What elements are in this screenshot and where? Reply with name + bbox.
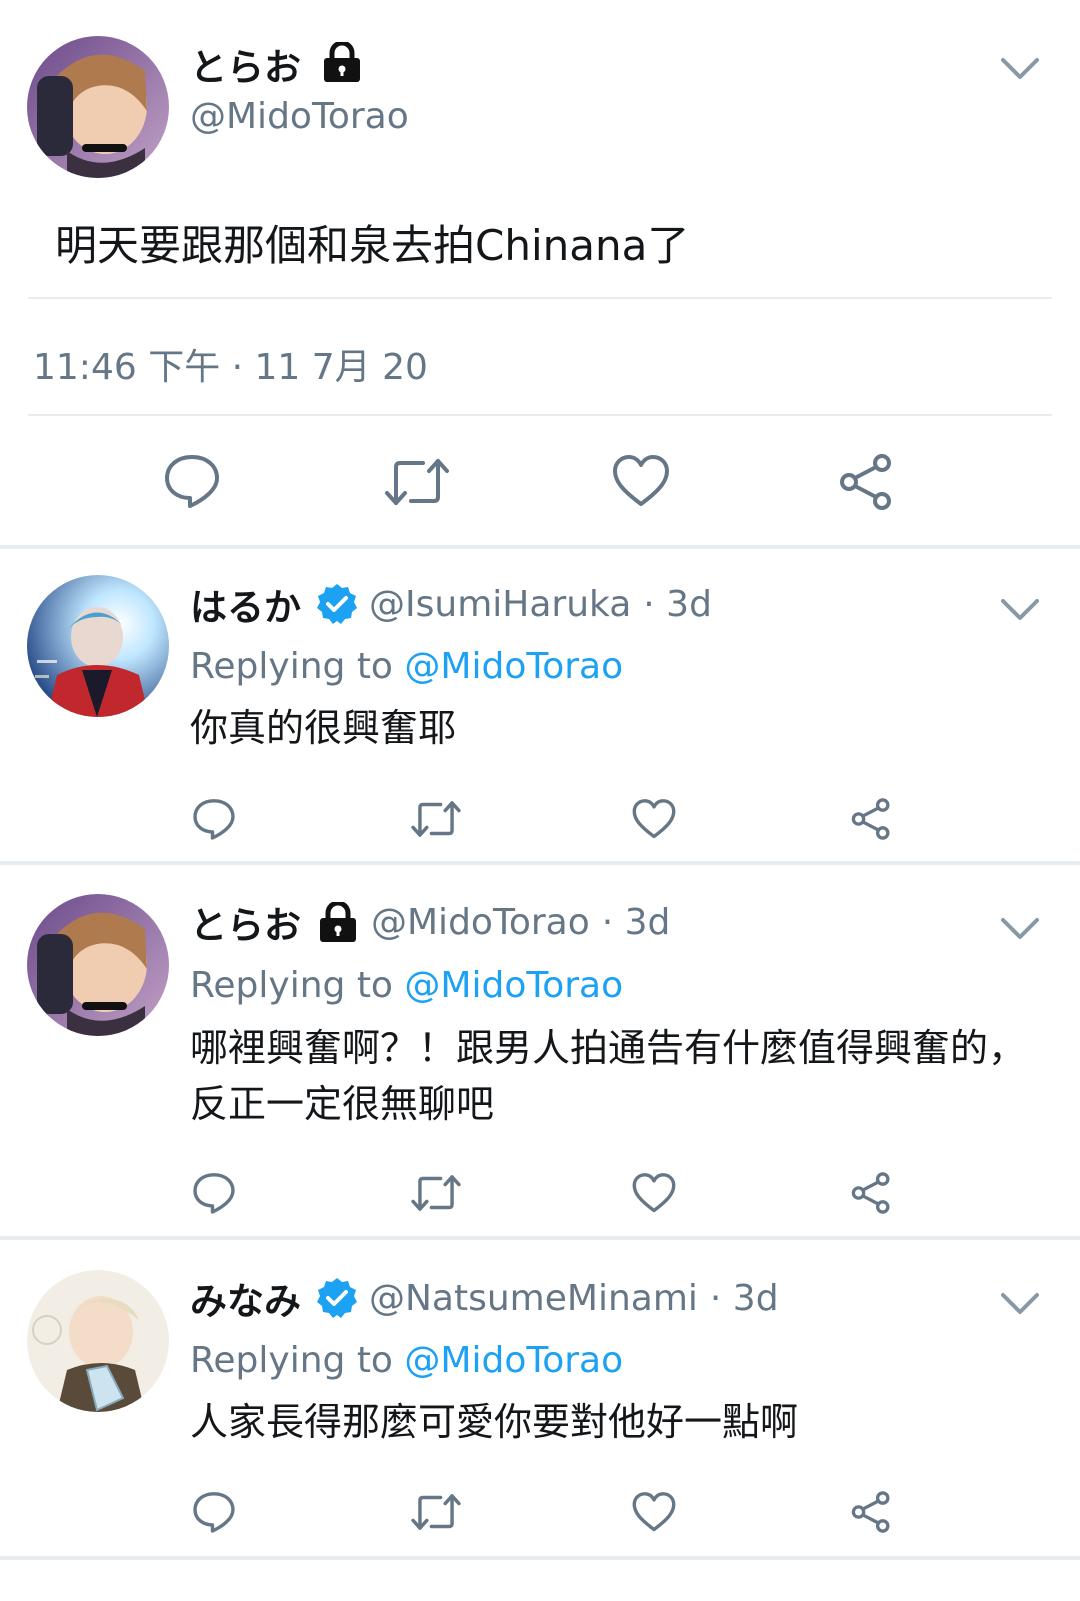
replying-to: Replying to @MidoTorao (190, 1340, 623, 1381)
section-divider (0, 861, 1080, 865)
user-handle[interactable]: @NatsumeMinami (369, 1278, 698, 1319)
replying-to-handle-link[interactable]: @MidoTorao (404, 646, 623, 687)
tweet-text: 明天要跟那個和泉去拍Chinana了 (55, 221, 690, 270)
retweet-icon[interactable] (410, 1491, 462, 1533)
share-icon[interactable] (849, 797, 893, 841)
tweet-text: 你真的很興奮耶 (190, 706, 457, 750)
replying-to-label: Replying to (190, 965, 393, 1006)
retweet-icon[interactable] (383, 455, 451, 509)
reply-icon[interactable] (163, 452, 221, 510)
like-icon[interactable] (612, 454, 670, 508)
chevron-down-icon[interactable] (1000, 916, 1040, 942)
divider (28, 414, 1052, 416)
user-handle[interactable]: @IsumiHaruka (369, 584, 631, 625)
retweet-icon[interactable] (410, 798, 462, 840)
reply-icon[interactable] (192, 797, 236, 841)
user-handle[interactable]: @MidoTorao (371, 902, 590, 943)
display-name[interactable]: はるか (190, 577, 301, 631)
avatar-torao[interactable] (27, 894, 169, 1036)
section-divider (0, 1556, 1080, 1560)
chevron-down-icon[interactable] (1000, 1291, 1040, 1317)
verified-badge-icon (315, 1276, 359, 1320)
display-name[interactable]: みなみ (190, 1271, 301, 1325)
display-name[interactable]: とらお (190, 895, 301, 949)
tweet-age[interactable]: · 3d (643, 584, 712, 625)
replying-to-handle-link[interactable]: @MidoTorao (404, 1340, 623, 1381)
avatar-minami[interactable] (27, 1270, 169, 1412)
replying-to-label: Replying to (190, 1340, 393, 1381)
tweet-timestamp[interactable]: 11:46 下午 · 11 7月 20 (33, 338, 428, 390)
avatar-torao[interactable] (27, 36, 169, 178)
share-icon[interactable] (836, 452, 896, 512)
like-icon[interactable] (632, 798, 676, 840)
chevron-down-icon[interactable] (1000, 56, 1040, 82)
chevron-down-icon[interactable] (1000, 597, 1040, 623)
like-icon[interactable] (632, 1172, 676, 1214)
user-handle[interactable]: @MidoTorao (190, 96, 409, 137)
share-icon[interactable] (849, 1490, 893, 1534)
like-icon[interactable] (632, 1491, 676, 1533)
reply-icon[interactable] (192, 1490, 236, 1534)
lock-icon (317, 902, 359, 942)
retweet-icon[interactable] (410, 1172, 462, 1214)
display-name[interactable]: とらお (190, 37, 301, 91)
replying-to-label: Replying to (190, 646, 393, 687)
replying-to: Replying to @MidoTorao (190, 965, 623, 1006)
replying-to: Replying to @MidoTorao (190, 646, 623, 687)
section-divider (0, 545, 1080, 549)
share-icon[interactable] (849, 1171, 893, 1215)
avatar-haruka[interactable] (27, 575, 169, 717)
tweet-text-line-1: 哪裡興奮啊？！跟男人拍通告有什麼值得興奮的， (190, 1026, 1027, 1070)
section-divider (0, 1236, 1080, 1240)
replying-to-handle-link[interactable]: @MidoTorao (404, 965, 623, 1006)
tweet-text-line-2: 反正一定很無聊吧 (190, 1082, 495, 1126)
divider (28, 297, 1052, 299)
reply-icon[interactable] (192, 1171, 236, 1215)
verified-badge-icon (315, 582, 359, 626)
lock-icon (321, 40, 363, 86)
tweet-age[interactable]: · 3d (602, 902, 671, 943)
tweet-text: 人家長得那麼可愛你要對他好一點啊 (190, 1400, 799, 1444)
tweet-age[interactable]: · 3d (710, 1278, 779, 1319)
